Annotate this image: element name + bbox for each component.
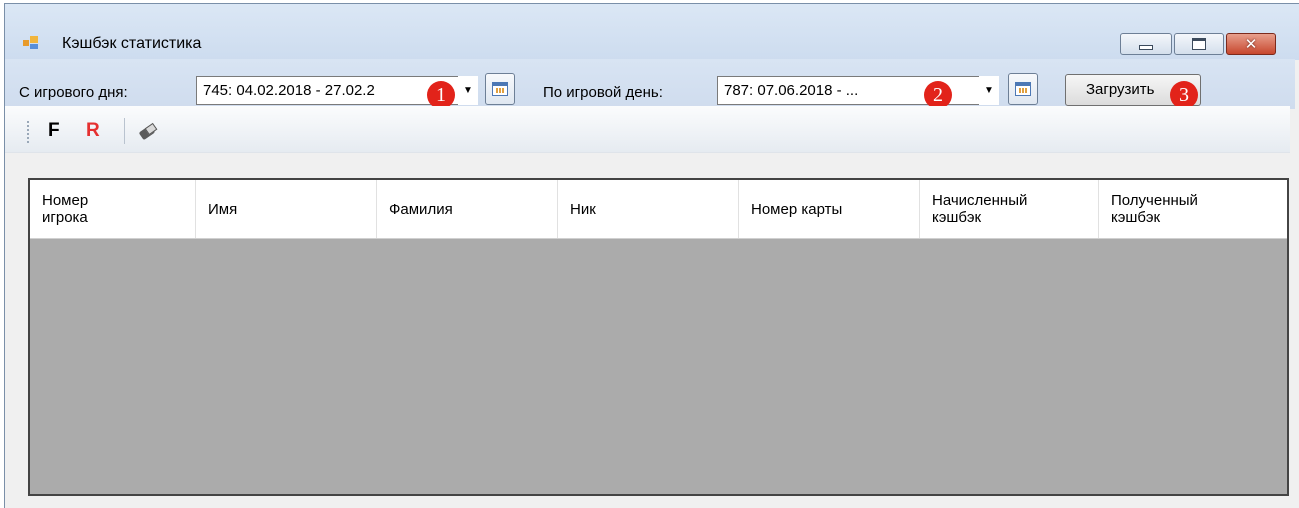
to-day-dropdown-arrow[interactable]: ▼ [979,76,999,105]
minimize-button[interactable] [1120,33,1172,55]
column-header-player-number[interactable]: Номер игрока [30,180,196,238]
marker-badge-1: 1 [427,81,455,109]
toolstrip-separator [124,118,125,144]
f-button[interactable]: F [48,120,60,142]
app-icon [23,36,39,50]
column-header-card-number[interactable]: Номер карты [739,180,920,238]
r-button[interactable]: R [86,120,100,142]
tool-strip [5,106,1290,153]
window-title: Кэшбэк статистика [62,35,202,52]
to-day-label: По игровой день: [543,84,663,101]
minimize-icon [1139,44,1153,50]
from-day-calendar-button[interactable] [485,73,515,105]
column-header-first-name[interactable]: Имя [196,180,377,238]
to-day-calendar-button[interactable] [1008,73,1038,105]
maximize-button[interactable] [1174,33,1224,55]
results-grid[interactable]: Номер игрока Имя Фамилия Ник Номер карты … [28,178,1289,496]
from-day-combo[interactable]: 745: 04.02.2018 - 27.02.2 [196,76,460,105]
close-icon: ✕ [1244,35,1258,53]
eraser-icon[interactable] [138,122,158,142]
from-day-dropdown-arrow[interactable]: ▼ [458,76,478,105]
column-header-received-cashback[interactable]: Полученный кэшбэк [1099,180,1287,238]
from-day-label: С игрового дня: [19,84,128,101]
marker-badge-3: 3 [1170,81,1198,109]
toolstrip-grip[interactable] [27,121,29,143]
calendar-icon [1015,82,1031,96]
calendar-icon [492,82,508,96]
grid-header: Номер игрока Имя Фамилия Ник Номер карты … [30,180,1287,239]
marker-badge-2: 2 [924,81,952,109]
column-header-nickname[interactable]: Ник [558,180,739,238]
column-header-accrued-cashback[interactable]: Начисленный кэшбэк [920,180,1099,238]
close-button[interactable]: ✕ [1226,33,1276,55]
column-header-last-name[interactable]: Фамилия [377,180,558,238]
maximize-icon [1192,38,1206,50]
